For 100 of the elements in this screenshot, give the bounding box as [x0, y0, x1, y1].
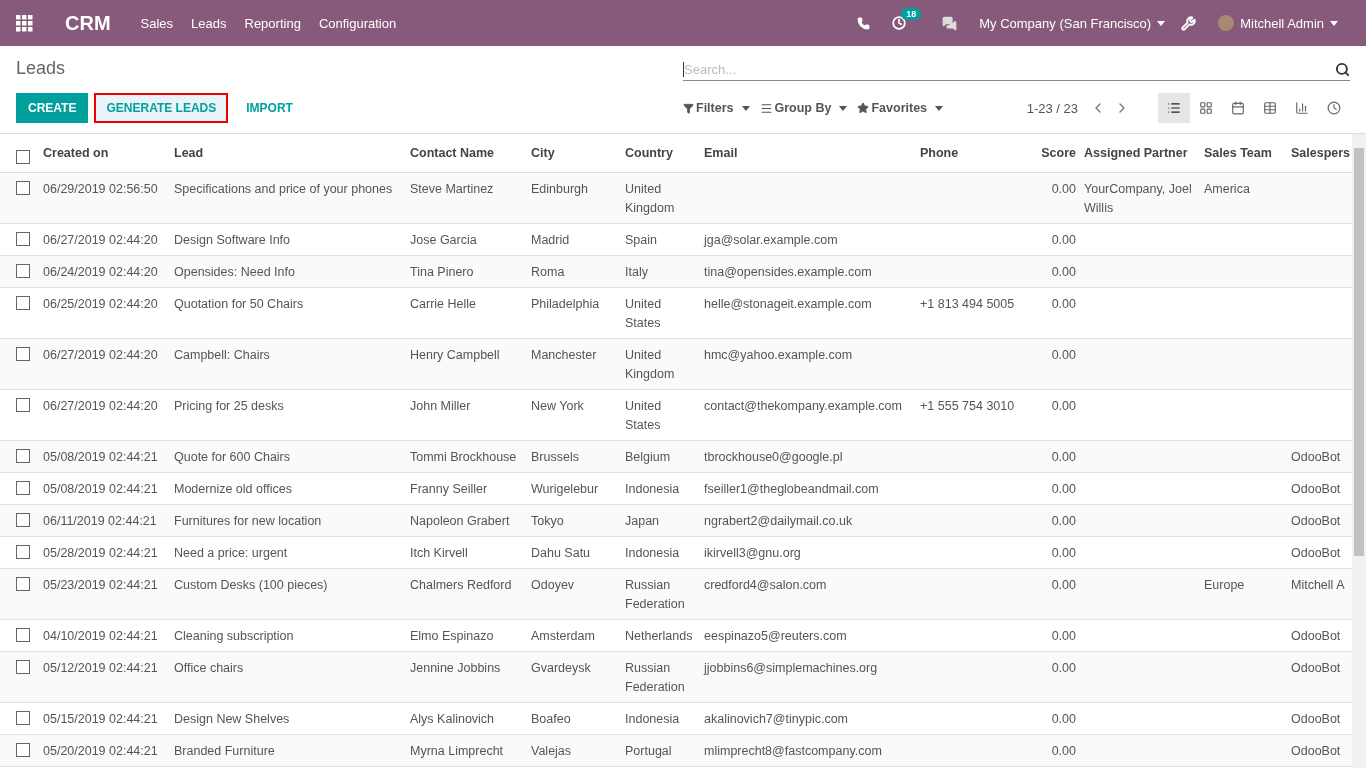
table-cell: Quote for 600 Chairs: [174, 450, 291, 464]
table-cell: helle@stonageit.example.com: [704, 297, 872, 311]
table-cell: Portugal: [625, 744, 672, 758]
column-header[interactable]: Lead: [174, 134, 410, 173]
table-cell: 0.00: [1051, 182, 1076, 196]
table-cell: Furnitures for new location: [174, 514, 322, 528]
calendar-view-icon: [1231, 101, 1245, 115]
menu-item[interactable]: Sales: [140, 15, 174, 31]
column-header[interactable]: Score: [1020, 134, 1084, 173]
checkbox[interactable]: [16, 660, 30, 674]
table-cell: America: [1204, 182, 1250, 196]
checkbox[interactable]: [16, 150, 30, 164]
table-cell: 05/15/2019 02:44:21: [43, 712, 158, 726]
table-cell: Spain: [625, 233, 657, 247]
table-cell: Valejas: [531, 744, 572, 758]
table-cell: Dahu Satu: [531, 546, 591, 560]
checkbox[interactable]: [16, 347, 30, 361]
table-cell: 0.00: [1051, 265, 1076, 279]
tools-icon[interactable]: [1181, 15, 1197, 31]
table-cell: Napoleon Grabert: [410, 514, 510, 528]
table-cell: 06/27/2019 02:44:20: [43, 348, 158, 362]
checkbox[interactable]: [16, 545, 30, 559]
table-cell: Europe: [1204, 578, 1245, 592]
table-cell: 0.00: [1051, 712, 1076, 726]
table-cell: Pricing for 25 desks: [174, 399, 284, 413]
scrollbar[interactable]: [1352, 134, 1366, 768]
apps-menu-icon[interactable]: [16, 14, 33, 32]
checkbox[interactable]: [16, 296, 30, 310]
table-cell: jga@solar.example.com: [704, 233, 838, 247]
checkbox[interactable]: [16, 232, 30, 246]
caret-icon: [1330, 20, 1338, 26]
table-cell: Branded Furniture: [174, 744, 275, 758]
view-switch-button[interactable]: [1158, 93, 1190, 123]
checkbox[interactable]: [16, 711, 30, 725]
table-cell: Carrie Helle: [410, 297, 476, 311]
table-cell: 0.00: [1051, 482, 1076, 496]
column-header[interactable]: Country: [625, 134, 704, 173]
table-cell: credford4@salon.com: [704, 578, 827, 592]
menu-item[interactable]: Configuration: [318, 15, 397, 31]
column-header[interactable]: Assigned Partner: [1084, 134, 1204, 173]
list-view-icon: [1167, 101, 1181, 115]
table-cell: Itch Kirvell: [410, 546, 468, 560]
table-cell: Tokyo: [531, 514, 564, 528]
page-title: Leads: [16, 58, 66, 79]
company-switcher[interactable]: My Company (San Francisco): [979, 15, 1166, 31]
checkbox[interactable]: [16, 481, 30, 495]
table-cell: 05/12/2019 02:44:21: [43, 661, 158, 675]
menu-item[interactable]: Leads: [191, 15, 227, 31]
checkbox[interactable]: [16, 577, 30, 591]
table-cell: Philadelphia: [531, 297, 600, 311]
search-option-dropdown[interactable]: Group By: [759, 101, 852, 115]
table-cell: United States: [625, 297, 662, 330]
search-option-dropdown[interactable]: Favorites: [857, 101, 948, 115]
table-cell: Russian Federation: [625, 661, 685, 694]
table-cell: +1 813 494 5005: [920, 297, 1015, 311]
clock-icon[interactable]: [892, 16, 907, 30]
column-header[interactable]: Phone: [920, 134, 1020, 173]
checkbox[interactable]: [16, 743, 30, 757]
table-cell: Jennine Jobbins: [410, 661, 501, 675]
table-cell: Odoyev: [531, 578, 575, 592]
checkbox[interactable]: [16, 181, 30, 195]
table-cell: ngrabert2@dailymail.co.uk: [704, 514, 853, 528]
table-cell: OdooBot: [1291, 629, 1341, 643]
pager-text: 1-23 / 23: [1026, 100, 1078, 116]
column-header[interactable]: Sales Team: [1204, 134, 1291, 173]
table-cell: Franny Seiller: [410, 482, 488, 496]
checkbox[interactable]: [16, 264, 30, 278]
checkbox[interactable]: [16, 449, 30, 463]
search-icon[interactable]: [1335, 61, 1350, 77]
column-header[interactable]: Contact Name: [410, 134, 531, 173]
table-cell: Specifications and price of your phones: [174, 182, 393, 196]
table-cell: OdooBot: [1291, 482, 1341, 496]
table-cell: Steve Martinez: [410, 182, 494, 196]
checkbox[interactable]: [16, 628, 30, 642]
menu-icon: [759, 101, 773, 115]
chat-icon[interactable]: [942, 15, 958, 31]
table-cell: hmc@yahoo.example.com: [704, 348, 853, 362]
column-header[interactable]: Created on: [43, 134, 174, 173]
table-cell: Manchester: [531, 348, 597, 362]
column-header[interactable]: City: [531, 134, 625, 173]
checkbox[interactable]: [16, 398, 30, 412]
table-cell: Jose Garcia: [410, 233, 477, 247]
table-cell: YourCompany, Joel Willis: [1084, 182, 1192, 215]
table-cell: Custom Desks (100 pieces): [174, 578, 328, 592]
table-cell: 0.00: [1051, 399, 1076, 413]
column-header[interactable]: Email: [704, 134, 920, 173]
table-cell: 0.00: [1051, 233, 1076, 247]
caret-icon: [935, 105, 944, 111]
table-cell: 05/08/2019 02:44:21: [43, 450, 158, 464]
phone-icon[interactable]: [857, 16, 871, 30]
checkbox[interactable]: [16, 513, 30, 527]
table-cell: Madrid: [531, 233, 570, 247]
table-cell: Russian Federation: [625, 578, 685, 611]
search-option-dropdown[interactable]: Filters: [683, 101, 754, 115]
table-cell: 06/29/2019 02:56:50: [43, 182, 158, 196]
user-menu[interactable]: Mitchell Admin: [1240, 15, 1338, 31]
table-cell: OdooBot: [1291, 661, 1341, 675]
table-cell: OdooBot: [1291, 450, 1341, 464]
table-cell: United Kingdom: [625, 348, 675, 381]
menu-item[interactable]: Reporting: [244, 15, 301, 31]
